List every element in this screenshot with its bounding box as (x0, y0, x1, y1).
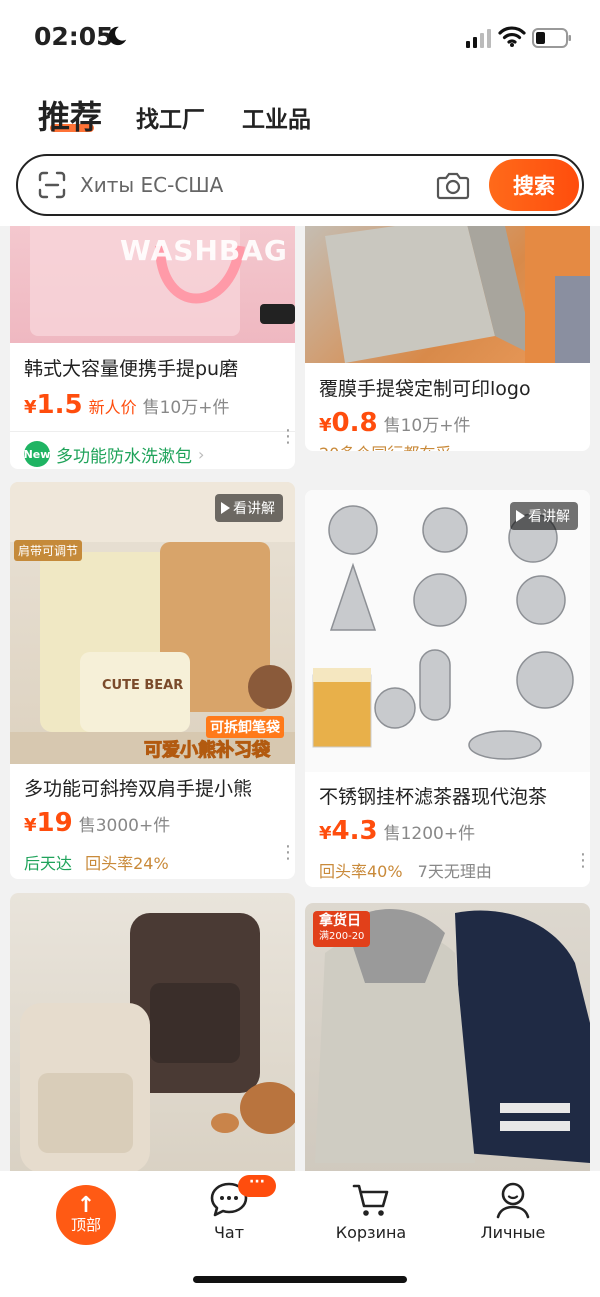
repurchase-rate: 回头率40% (319, 862, 403, 881)
new-badge: New (24, 441, 50, 467)
video-badge[interactable]: 看讲解 (215, 494, 283, 522)
play-icon (221, 502, 230, 514)
return-policy: 7天无理由 (417, 862, 492, 881)
signal-icon (466, 29, 491, 48)
buyer-note: 20多个同行都在采 (319, 440, 451, 451)
moon-icon (108, 26, 127, 46)
nav-label: Корзина (335, 1223, 407, 1242)
nav-profile[interactable]: Личные (458, 1181, 568, 1242)
product-image: 拿货日 满200-20 (305, 903, 590, 1171)
price: ¥0.8 (319, 408, 378, 438)
play-icon (516, 510, 525, 522)
more-icon[interactable]: ⋮ (279, 428, 295, 446)
nav-chat[interactable]: ··· Чат (174, 1175, 284, 1242)
product-card[interactable]: 看讲解 肩带可调节 CUTE BEAR 可拆卸笔袋 可爱小熊补习袋 多功能可斜挎… (10, 482, 295, 879)
price: ¥19 (24, 808, 73, 838)
more-icon[interactable]: ⋮ (574, 852, 590, 870)
arrow-up-icon: ↑ (76, 1193, 96, 1218)
product-title: 覆膜手提袋定制可印logo (319, 378, 531, 400)
status-bar: 02:05 (0, 0, 600, 78)
sold-count: 售1200+件 (383, 824, 476, 844)
search-button[interactable]: 搜索 (489, 159, 579, 211)
product-card[interactable]: 覆膜手提袋定制可印logo ¥0.8 售10万+件 20多个同行都在采 (305, 226, 590, 451)
image-text: WASHBAG (120, 234, 288, 267)
sold-count: 售3000+件 (78, 816, 171, 836)
product-title: 多功能可斜挎双肩手提小熊 (24, 778, 253, 800)
search-bar: 搜索 (16, 154, 584, 216)
product-image: WASHBAG (10, 226, 295, 343)
product-card[interactable]: 拿货日 满200-20 (305, 903, 590, 1171)
product-title: 韩式大容量便携手提pu磨 (24, 358, 239, 380)
image-tag: 可爱小熊补习袋 (144, 740, 271, 762)
battery-icon (532, 28, 571, 48)
price: ¥4.3 (319, 816, 378, 846)
tab-recommend[interactable]: 推荐 (38, 92, 102, 138)
product-feed[interactable]: WASHBAG 韩式大容量便携手提pu磨 ¥1.5 新人价 售10万+件 New… (0, 226, 600, 1171)
sold-count: 售10万+件 (142, 398, 230, 418)
camera-icon[interactable] (436, 170, 470, 200)
related-link[interactable]: 多功能防水洗漱包 (56, 442, 192, 467)
tab-find-factory[interactable]: 找工厂 (136, 100, 205, 134)
image-tag: 肩带可调节 (14, 540, 83, 561)
chat-badge: ··· (238, 1175, 276, 1197)
nav-cart[interactable]: Корзина (316, 1181, 426, 1242)
product-card[interactable] (10, 893, 295, 1171)
promo-badge: 拿货日 满200-20 (313, 911, 371, 947)
cart-icon (352, 1184, 389, 1216)
chevron-right-icon: › (198, 444, 205, 464)
promo-title: 拿货日 (319, 913, 361, 929)
product-title: 不锈钢挂杯滤茶器现代泡茶 (319, 786, 548, 808)
home-indicator[interactable] (193, 1276, 407, 1283)
product-image: 看讲解 (305, 490, 590, 772)
sold-count: 售10万+件 (383, 416, 471, 436)
price: ¥1.5 (24, 390, 83, 420)
nav-label: Личные (480, 1223, 546, 1242)
repurchase-rate: 回头率24% (85, 854, 169, 873)
promo-sub: 满200-20 (319, 931, 365, 942)
product-card[interactable]: WASHBAG 韩式大容量便携手提pu磨 ¥1.5 新人价 售10万+件 New… (10, 226, 295, 469)
image-tag: 可拆卸笔袋 (206, 716, 284, 738)
product-card[interactable]: 看讲解 不锈钢挂杯滤茶器现代泡茶 ¥4.3 售1200+件 回头率40% 7天无… (305, 490, 590, 887)
scan-icon[interactable] (38, 171, 66, 199)
video-badge[interactable]: 看讲解 (510, 502, 578, 530)
product-image (10, 893, 295, 1171)
status-time: 02:05 (34, 22, 114, 51)
product-image (305, 226, 590, 363)
wifi-icon (498, 26, 526, 47)
nav-label: Чат (213, 1223, 245, 1242)
product-image: 看讲解 肩带可调节 CUTE BEAR 可拆卸笔袋 可爱小熊补习袋 (10, 482, 295, 764)
delivery-text: 后天达 (24, 854, 73, 873)
profile-icon (496, 1182, 530, 1219)
price-tag: 新人价 (88, 398, 137, 417)
image-tag: CUTE BEAR (102, 678, 184, 693)
back-to-top-button[interactable]: ↑ 顶部 (56, 1185, 116, 1245)
tab-industrial[interactable]: 工业品 (242, 100, 311, 134)
search-input[interactable] (80, 156, 420, 213)
more-icon[interactable]: ⋮ (279, 844, 295, 862)
